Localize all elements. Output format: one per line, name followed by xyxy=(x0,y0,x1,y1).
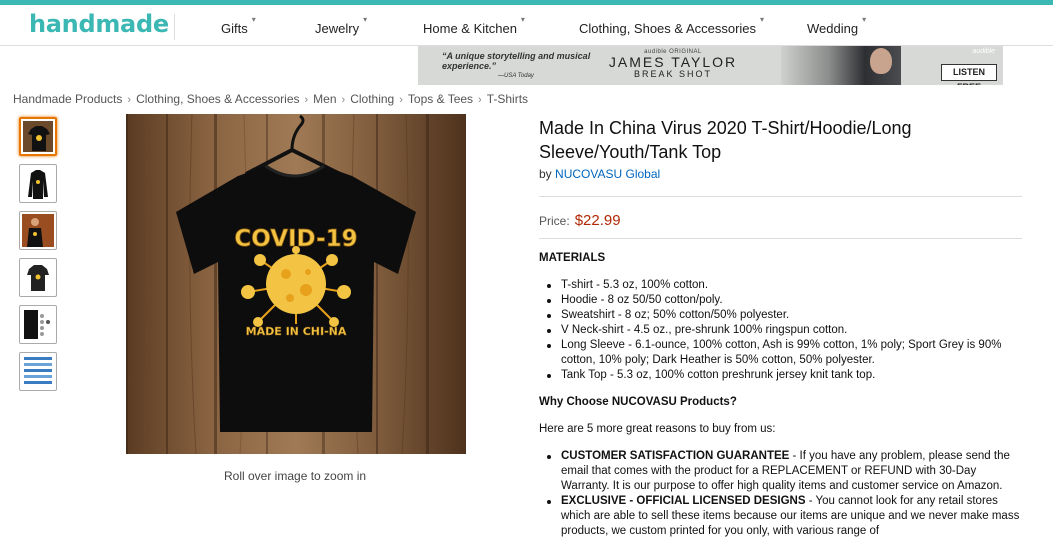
thumbnail-3[interactable] xyxy=(19,211,57,250)
breadcrumb-link[interactable]: Clothing xyxy=(350,92,394,106)
audible-ad-banner[interactable]: “A unique storytelling and musical exper… xyxy=(418,46,1003,85)
list-item: Sweatshirt - 8 oz; 50% cotton/50% polyes… xyxy=(547,308,1022,323)
chevron-down-icon: ▾ xyxy=(520,15,525,24)
divider xyxy=(539,238,1022,239)
list-item: T-shirt - 5.3 oz, 100% cotton. xyxy=(547,278,1022,293)
reasons-intro: Here are 5 more great reasons to buy fro… xyxy=(539,423,776,435)
thumbnail-2[interactable] xyxy=(19,164,57,203)
nav-home-kitchen[interactable]: Home & Kitchen ▾ xyxy=(423,15,525,36)
ad-subtitle: BREAK SHOT xyxy=(633,69,712,79)
product-details: Made In China Virus 2020 T-Shirt/Hoodie/… xyxy=(539,116,1022,537)
breadcrumb-separator: › xyxy=(127,94,132,106)
list-item: EXCLUSIVE - OFFICIAL LICENSED DESIGNS - … xyxy=(547,494,1022,539)
breadcrumb-link[interactable]: Tops & Tees xyxy=(408,92,473,106)
nav-wedding[interactable]: Wedding ▾ xyxy=(807,15,866,36)
nav-clothing[interactable]: Clothing, Shoes & Accessories ▾ xyxy=(579,15,764,36)
thumbnail-4[interactable] xyxy=(19,258,57,297)
breadcrumb-link[interactable]: Handmade Products xyxy=(13,92,122,106)
ad-title-block: audible ORIGINAL JAMES TAYLOR BREAK SHOT xyxy=(608,49,738,79)
list-item: Hoodie - 8 oz 50/50 cotton/poly. xyxy=(547,293,1022,308)
ad-portrait xyxy=(870,48,892,74)
why-heading: Why Choose NUCOVASU Products? xyxy=(539,396,737,408)
ad-quote: “A unique storytelling and musical exper… xyxy=(442,51,592,81)
thumbnail-1[interactable] xyxy=(19,117,57,156)
ad-title: JAMES TAYLOR xyxy=(608,54,738,70)
site-header: handmade Gifts ▾ Jewelry ▾ Home & Kitchen ▾… xyxy=(0,5,1053,46)
product-title: Made In China Virus 2020 T-Shirt/Hoodie/… xyxy=(539,118,912,162)
materials-heading: MATERIALS xyxy=(539,252,606,264)
header-divider xyxy=(174,14,175,40)
thumbnail-image xyxy=(22,308,54,341)
breadcrumb-link[interactable]: T-Shirts xyxy=(487,92,528,106)
thumbnail-image xyxy=(23,121,53,152)
list-item: Tank Top - 5.3 oz, 100% cotton preshrunk… xyxy=(547,368,1022,383)
thumbnail-5[interactable] xyxy=(19,305,57,344)
ad-quote-source: —USA Today xyxy=(498,73,534,79)
price-value: $22.99 xyxy=(574,212,621,229)
thumbnail-image xyxy=(22,261,54,294)
price-label: Price: xyxy=(539,214,570,228)
price-row: Price: $22.99 xyxy=(539,212,621,229)
zoom-hint: Roll over image to zoom in xyxy=(224,469,367,483)
thumbnail-6[interactable] xyxy=(19,352,57,391)
reason-lead: EXCLUSIVE - OFFICIAL LICENSED DESIGNS xyxy=(561,495,806,507)
thumbnail-image xyxy=(22,355,54,388)
list-item: V Neck-shirt - 4.5 oz., pre-shrunk 100% … xyxy=(547,323,1022,338)
materials-list: T-shirt - 5.3 oz, 100% cotton. Hoodie - … xyxy=(547,278,1022,383)
product-byline: by NUCOVASU Global xyxy=(539,167,1022,181)
nav-jewelry[interactable]: Jewelry ▾ xyxy=(315,15,367,36)
brand-link[interactable]: NUCOVASU Global xyxy=(555,167,660,181)
reasons-list: CUSTOMER SATISFACTION GUARANTEE - If you… xyxy=(547,449,1022,539)
nav-gifts[interactable]: Gifts ▾ xyxy=(221,15,256,36)
shirt-print-title: COVID-19 xyxy=(234,226,357,252)
product-main-image[interactable]: COVID-19 MADE IN CHI-NA xyxy=(126,114,466,454)
list-item: CUSTOMER SATISFACTION GUARANTEE - If you… xyxy=(547,449,1022,494)
handmade-logo[interactable]: handmade xyxy=(29,10,169,38)
reason-lead: CUSTOMER SATISFACTION GUARANTEE xyxy=(561,450,790,462)
breadcrumb-separator: › xyxy=(341,94,346,106)
breadcrumb-separator: › xyxy=(304,94,309,106)
by-label: by xyxy=(539,167,552,181)
chevron-down-icon: ▾ xyxy=(760,15,765,24)
breadcrumb: Handmade Products › Clothing, Shoes & Acce… xyxy=(13,92,528,106)
divider xyxy=(539,196,1022,197)
listen-free-button[interactable]: LISTEN FREE xyxy=(941,64,997,85)
audible-logo: audible xyxy=(972,48,995,55)
chevron-down-icon: ▾ xyxy=(862,15,867,24)
breadcrumb-separator: › xyxy=(399,94,403,106)
thumbnail-image xyxy=(22,214,54,247)
breadcrumb-separator: › xyxy=(478,94,482,106)
chevron-down-icon: ▾ xyxy=(251,15,256,24)
chevron-down-icon: ▾ xyxy=(363,15,368,24)
list-item: Long Sleeve - 6.1-ounce, 100% cotton, As… xyxy=(547,338,1022,368)
shirt-print-subtitle: MADE IN CHI-NA xyxy=(246,325,347,338)
ad-quote-text: “A unique storytelling and musical exper… xyxy=(442,51,591,71)
breadcrumb-link[interactable]: Clothing, Shoes & Accessories xyxy=(136,92,299,106)
thumbnail-image xyxy=(22,167,54,200)
breadcrumb-link[interactable]: Men xyxy=(313,92,336,106)
